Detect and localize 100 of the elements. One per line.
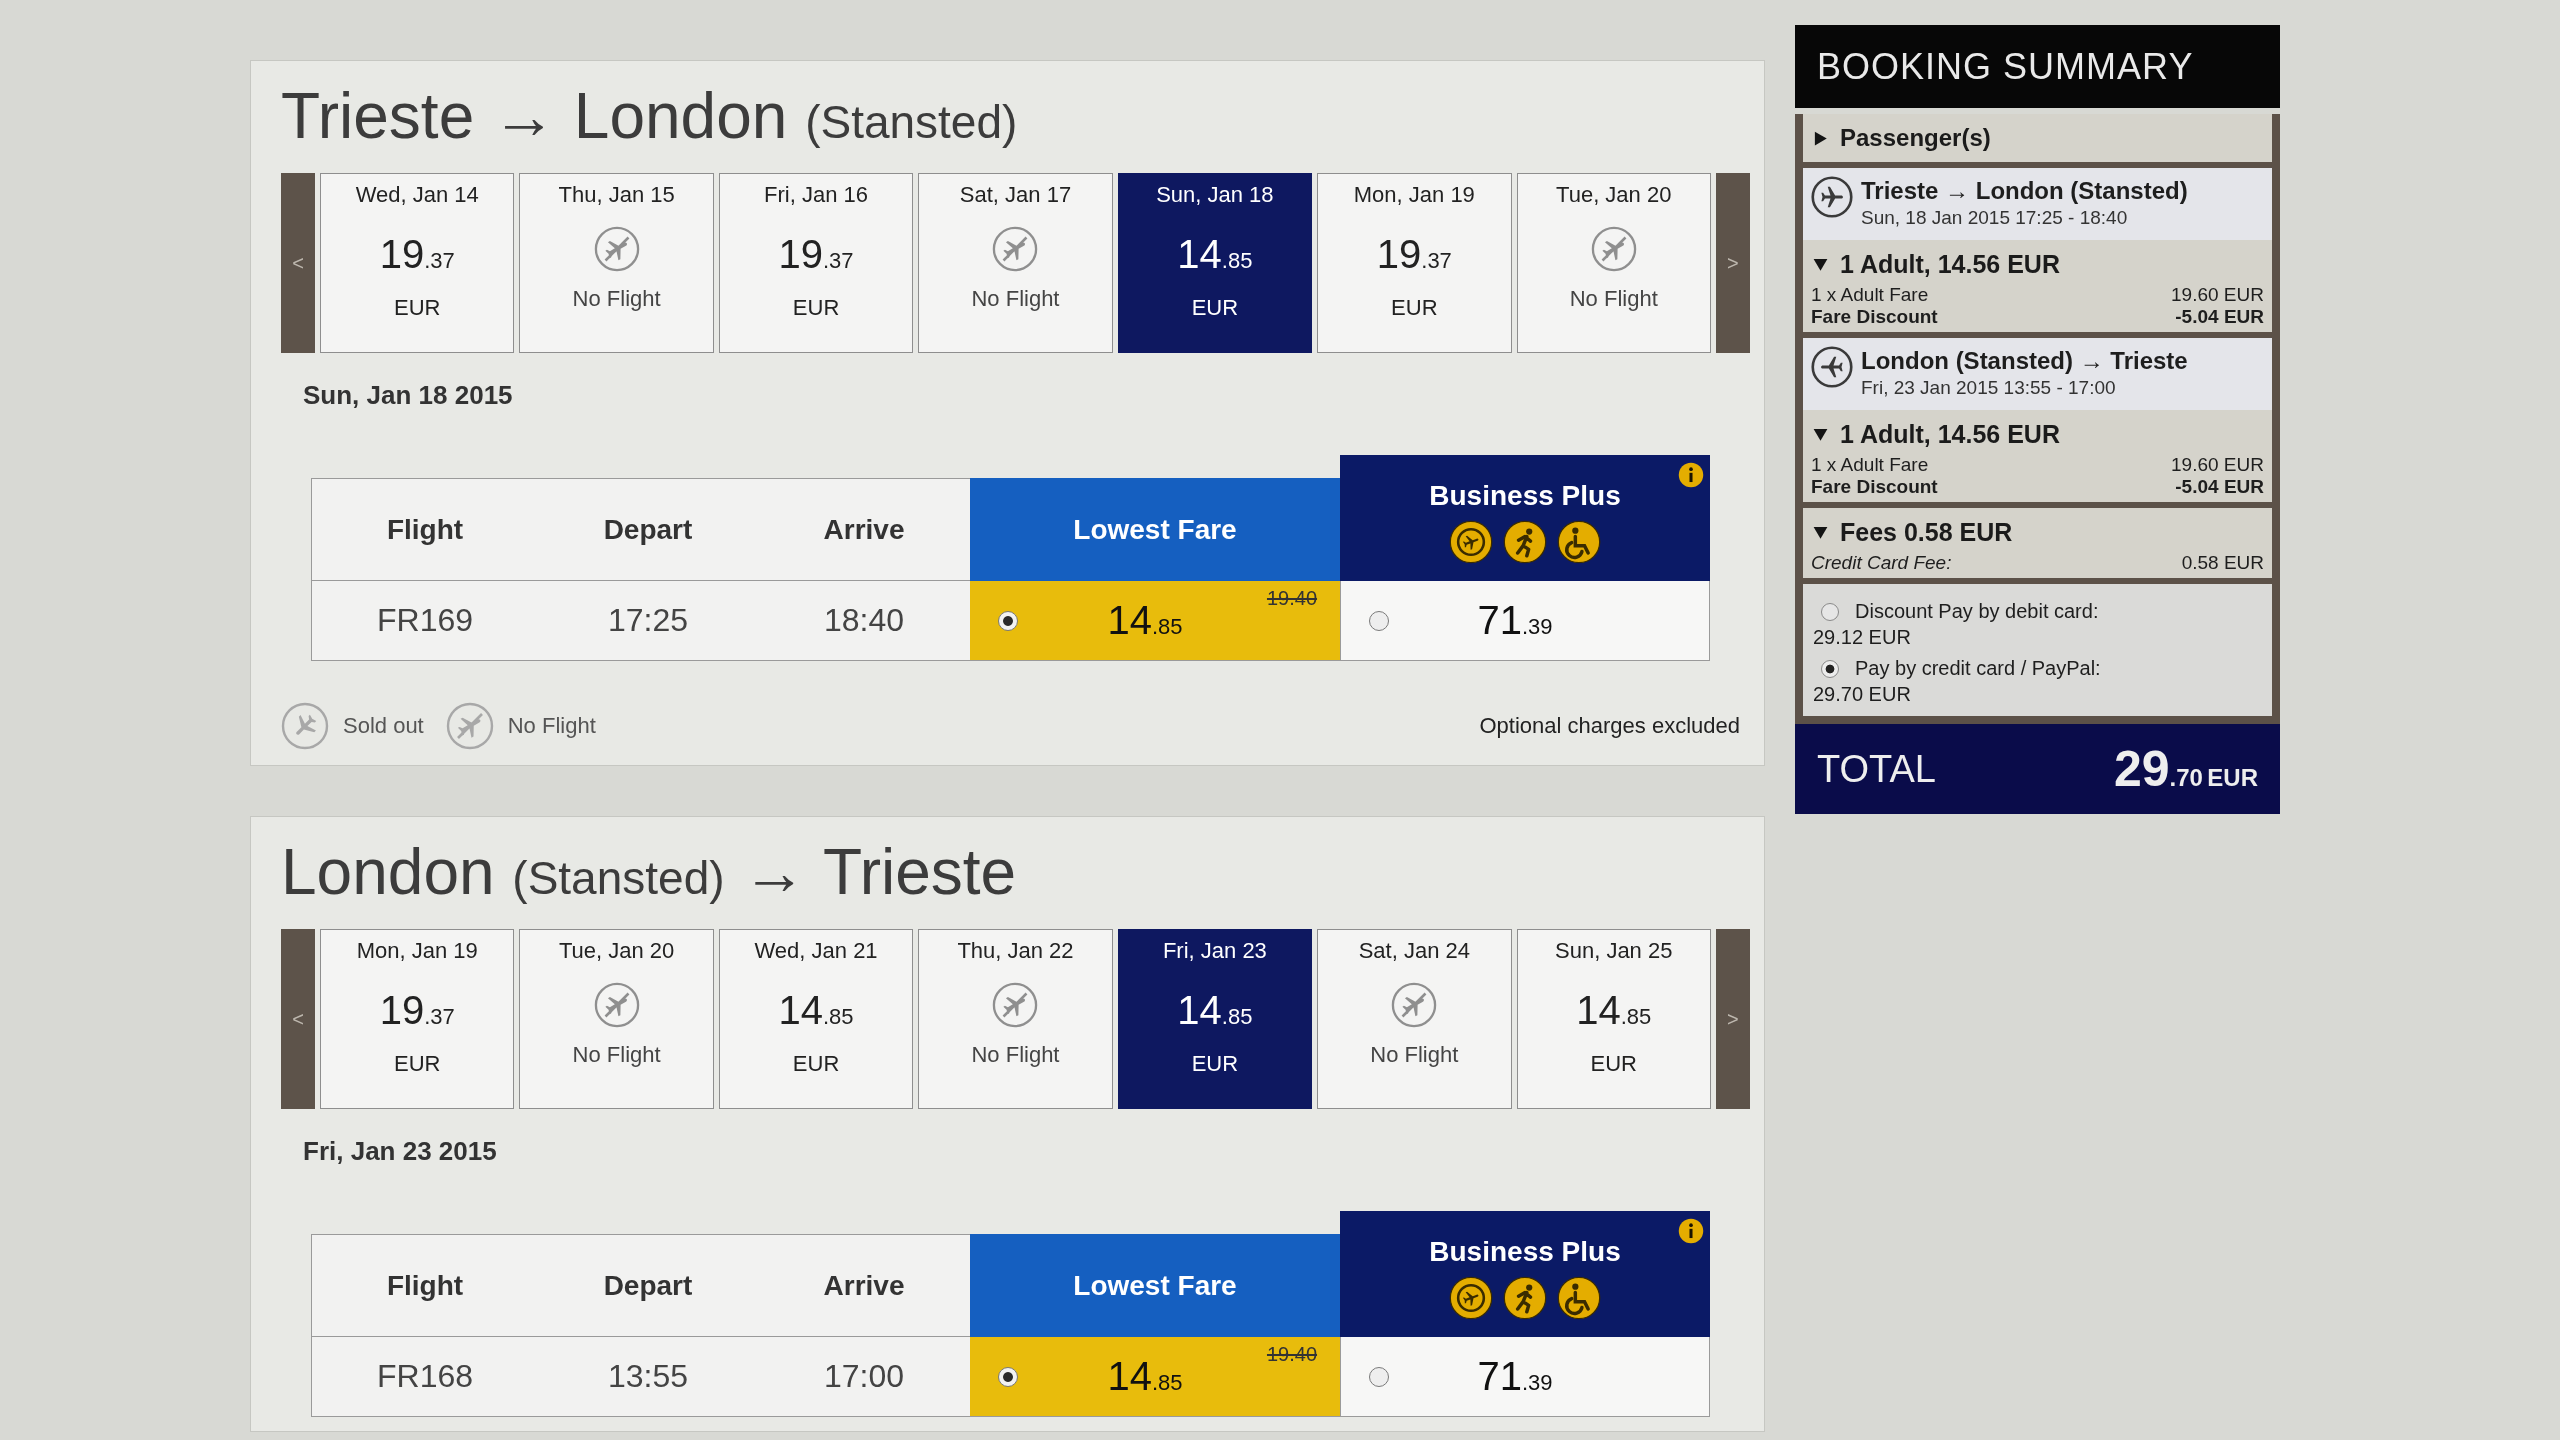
no-flight-label: No Flight (1370, 1042, 1459, 1068)
payment-amount: 29.70 EUR (1813, 682, 1911, 707)
info-icon[interactable] (1678, 462, 1704, 488)
section-toggle[interactable]: 1 Adult, 14.56 EUR (1811, 414, 2062, 454)
column-header-label: Business Plus (1429, 480, 1621, 512)
descending-plane-icon (281, 702, 329, 750)
charge-label: 1 x Adult Fare (1811, 454, 1929, 476)
date-card[interactable]: Wed, Jan 21 14.85 EUR (718, 929, 914, 1109)
crossed-plane-icon (593, 982, 640, 1028)
circled-plane-icon (1811, 346, 1853, 388)
date-label: Sat, Jan 24 (1358, 938, 1470, 964)
date-card[interactable]: Mon, Jan 19 19.37 EUR (1317, 173, 1512, 353)
charge-amount: 0.58 EUR (2181, 552, 2264, 574)
previous-dates-button[interactable]: < (281, 173, 315, 353)
date-card[interactable]: Sun, Jan 25 14.85 EUR (1516, 929, 1711, 1109)
date-card[interactable]: Thu, Jan 15 No Flight (519, 173, 714, 353)
date-card[interactable]: Thu, Jan 22 No Flight (918, 929, 1113, 1109)
flight-time-label: Sun, 18 Jan 2015 17:25 - 18:40 (1861, 206, 2129, 230)
radio-button[interactable] (1821, 602, 1839, 621)
no-flight-label: No Flight (1569, 286, 1658, 312)
fare-price: 19.37 (379, 987, 455, 1034)
table-cell: FR169 (311, 581, 538, 661)
wheelchair-icon (1557, 1276, 1601, 1320)
crossed-plane-icon (992, 226, 1039, 272)
fare-price: 14.85 (1177, 987, 1253, 1034)
date-card[interactable]: Sat, Jan 17 No Flight (918, 173, 1113, 353)
date-label: Mon, Jan 19 (1353, 182, 1475, 208)
fare-price: 71.39 (1477, 598, 1553, 643)
date-label: Fri, Jan 23 (1162, 938, 1267, 964)
plane-icon (1449, 1276, 1493, 1320)
date-label: Tue, Jan 20 (558, 938, 675, 964)
fare-price: 19.37 (1376, 231, 1452, 278)
charge-label: Fare Discount (1811, 476, 1938, 498)
fare-cell[interactable]: 71.39 (1340, 1337, 1710, 1417)
date-card[interactable]: Fri, Jan 23 14.85 EUR (1117, 929, 1313, 1109)
fare-cell[interactable]: 71.39 (1340, 581, 1710, 661)
radio-button[interactable] (1369, 610, 1389, 631)
date-card[interactable]: Fri, Jan 16 19.37 EUR (718, 173, 914, 353)
fare-price: 19.37 (379, 231, 455, 278)
no-flight-label: No Flight (572, 1042, 661, 1068)
fare-price: 19.37 (778, 231, 854, 278)
payment-option-label: Pay by credit card / PayPal: (1855, 657, 2101, 680)
total-label: TOTAL (1817, 747, 1936, 791)
fare-price: 14.85 (778, 987, 854, 1034)
old-price: 19.40 (1266, 1343, 1318, 1366)
date-label: Sat, Jan 17 (959, 182, 1072, 208)
column-header: Depart (538, 1234, 758, 1337)
charge-label: Credit Card Fee: (1811, 552, 1952, 574)
section-toggle[interactable]: Fees 0.58 EUR (1811, 512, 2015, 552)
next-dates-button[interactable]: > (1715, 929, 1750, 1109)
flight-time-label: Fri, 23 Jan 2015 13:55 - 17:00 (1861, 376, 2117, 400)
circled-plane-icon (1811, 176, 1853, 218)
next-dates-button[interactable]: > (1715, 173, 1750, 353)
route-title: Trieste → London (Stansted) (281, 79, 1018, 154)
old-price: 19.40 (1266, 587, 1318, 610)
fare-price: 14.85 (1107, 598, 1183, 643)
passengers-toggle[interactable]: Passenger(s) (1803, 114, 2272, 162)
crossed-plane-icon (992, 982, 1039, 1028)
table-cell: 13:55 (538, 1337, 758, 1417)
route-label: Trieste → London (Stansted) (1861, 176, 2188, 206)
charge-amount: -5.04 EUR (2175, 476, 2264, 498)
radio-button[interactable] (998, 1366, 1018, 1387)
date-label: Sun, Jan 18 (1156, 182, 1274, 208)
route-title: London (Stansted) → Trieste (281, 835, 1017, 910)
fare-cell[interactable]: 14.85 19.40 (970, 1337, 1340, 1417)
section-toggle[interactable]: 1 Adult, 14.56 EUR (1811, 244, 2062, 284)
radio-button[interactable] (998, 610, 1018, 631)
crossed-plane-icon (445, 702, 494, 750)
crossed-plane-icon (1391, 982, 1438, 1028)
runner-icon (1503, 1276, 1547, 1320)
date-label: Wed, Jan 21 (754, 938, 878, 964)
fare-price: 71.39 (1477, 1354, 1553, 1399)
date-card[interactable]: Mon, Jan 19 19.37 EUR (320, 929, 515, 1109)
table-cell: 17:25 (538, 581, 758, 661)
column-header: Arrive (758, 478, 970, 581)
info-icon[interactable] (1678, 1218, 1704, 1244)
currency-label: EUR (1590, 1051, 1637, 1077)
date-label: Thu, Jan 22 (957, 938, 1074, 964)
previous-dates-button[interactable]: < (281, 929, 315, 1109)
currency-label: EUR (1191, 295, 1239, 321)
radio-button[interactable] (1369, 1366, 1389, 1387)
date-card[interactable]: Sun, Jan 18 14.85 EUR (1117, 173, 1313, 353)
date-card[interactable]: Sat, Jan 24 No Flight (1317, 929, 1512, 1109)
crossed-plane-icon (1590, 226, 1637, 272)
date-label: Wed, Jan 14 (355, 182, 479, 208)
currency-label: EUR (1191, 1051, 1239, 1077)
radio-button[interactable] (1821, 659, 1839, 678)
date-card[interactable]: Wed, Jan 14 19.37 EUR (320, 173, 515, 353)
charge-label: Fare Discount (1811, 306, 1938, 328)
currency-label: EUR (394, 295, 441, 321)
date-card[interactable]: Tue, Jan 20 No Flight (1516, 173, 1711, 353)
date-card[interactable]: Tue, Jan 20 No Flight (519, 929, 714, 1109)
total-amount: 29.70 EUR (2113, 740, 2258, 798)
fare-cell[interactable]: 14.85 19.40 (970, 581, 1340, 661)
date-label: Thu, Jan 15 (558, 182, 675, 208)
crossed-plane-icon (593, 226, 640, 272)
charge-label: 1 x Adult Fare (1811, 284, 1929, 306)
date-label: Mon, Jan 19 (356, 938, 478, 964)
selected-date-label: Sun, Jan 18 2015 (303, 379, 513, 412)
no-flight-label: No Flight (971, 1042, 1060, 1068)
